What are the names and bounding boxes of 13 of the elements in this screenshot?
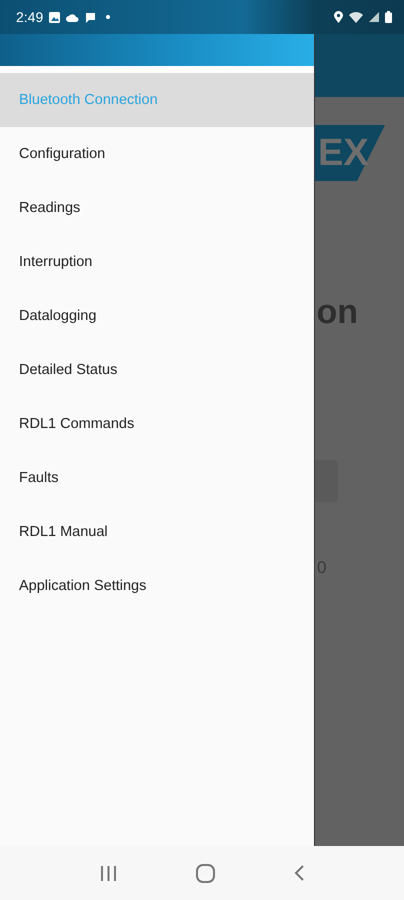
location-icon (334, 11, 343, 23)
dot-icon (106, 15, 110, 19)
recent-apps-icon[interactable] (100, 866, 117, 880)
logo: EX (315, 125, 385, 181)
battery-icon (385, 11, 392, 23)
back-icon[interactable] (294, 865, 304, 881)
home-icon[interactable] (196, 864, 215, 882)
clock: 2:49 (16, 9, 44, 25)
image-icon (49, 12, 60, 22)
signal-icon (369, 12, 379, 22)
cloud-icon (66, 12, 80, 22)
message-icon (85, 12, 96, 22)
wifi-icon (349, 12, 363, 22)
